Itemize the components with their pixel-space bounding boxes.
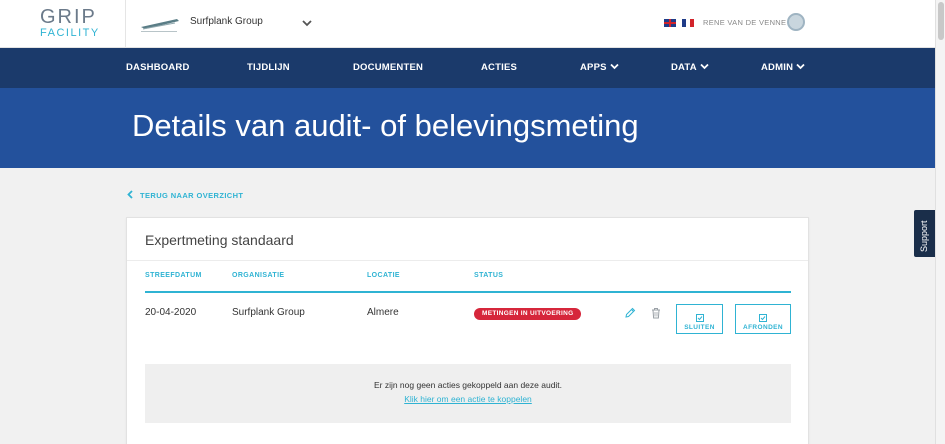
support-tab[interactable]: Support: [914, 210, 935, 257]
nav-admin[interactable]: ADMIN: [761, 48, 805, 88]
main-navigation: DASHBOARD TIJDLIJN DOCUMENTEN ACTIES APP…: [0, 48, 935, 88]
sluiten-label: SLUITEN: [684, 323, 715, 331]
user-name[interactable]: RENE VAN DE VENNE: [703, 18, 786, 27]
afronden-button[interactable]: AFRONDEN: [735, 304, 791, 334]
page-scrollbar[interactable]: [935, 0, 945, 444]
afronden-label: AFRONDEN: [742, 323, 784, 331]
cell-locatie: Almere: [367, 307, 399, 318]
logo-text-facility: FACILITY: [40, 27, 100, 39]
column-header-status: STATUS: [474, 272, 504, 279]
support-label: Support: [919, 220, 929, 252]
user-avatar[interactable]: [787, 13, 805, 31]
checkbox-icon: [695, 313, 704, 322]
nav-label: ACTIES: [481, 62, 518, 73]
checkbox-icon: [759, 313, 767, 322]
chevron-down-icon: [700, 63, 709, 70]
back-link-label: TERUG NAAR OVERZICHT: [140, 191, 244, 200]
page-title: Details van audit- of belevingsmeting: [132, 108, 639, 143]
nav-label: DASHBOARD: [126, 62, 190, 73]
sluiten-button[interactable]: SLUITEN: [676, 304, 723, 334]
nav-tijdlijn[interactable]: TIJDLIJN: [247, 48, 290, 88]
english-flag-icon[interactable]: [664, 19, 676, 27]
back-to-overview-link[interactable]: TERUG NAAR OVERZICHT: [126, 190, 243, 200]
cell-streefdatum: 20-04-2020: [145, 307, 197, 318]
card-title: Expertmeting standaard: [145, 232, 294, 248]
nav-label: APPS: [580, 62, 607, 73]
cell-organisatie: Surfplank Group: [232, 307, 305, 318]
grip-facility-logo[interactable]: GRIP FACILITY: [40, 6, 100, 40]
empty-actions-message: Er zijn nog geen acties gekoppeld aan de…: [373, 380, 563, 390]
chevron-left-icon: [127, 190, 133, 199]
pencil-icon[interactable]: [624, 307, 636, 319]
nav-acties[interactable]: ACTIES: [481, 48, 517, 88]
nav-data[interactable]: DATA: [671, 48, 709, 88]
nav-label: DATA: [671, 62, 697, 73]
link-action-link[interactable]: Klik hier om een actie te koppelen: [145, 394, 791, 404]
nav-documenten[interactable]: DOCUMENTEN: [353, 48, 423, 88]
chevron-down-icon: [796, 63, 805, 70]
top-header: GRIP FACILITY Surfplank Group RENE VAN D…: [0, 0, 935, 48]
nav-apps[interactable]: APPS: [580, 48, 619, 88]
nav-label: ADMIN: [761, 62, 794, 73]
nav-dashboard[interactable]: DASHBOARD: [126, 48, 190, 88]
empty-actions-box: Er zijn nog geen acties gekoppeld aan de…: [145, 364, 791, 423]
organization-logo-icon: [141, 19, 179, 32]
organization-selector[interactable]: Surfplank Group: [190, 16, 263, 27]
chevron-down-icon: [610, 63, 619, 70]
scrollbar-thumb[interactable]: [938, 2, 944, 40]
chevron-down-icon[interactable]: [300, 16, 314, 30]
logo-text-grip: GRIP: [40, 6, 97, 28]
status-badge: METINGEN IN UITVOERING: [474, 308, 582, 320]
french-flag-icon[interactable]: [682, 19, 694, 27]
card-divider: [127, 260, 808, 261]
audit-details-card: Expertmeting standaard STREEFDATUM ORGAN…: [126, 217, 809, 444]
header-divider: [125, 0, 126, 48]
column-header-locatie: LOCATIE: [367, 272, 401, 279]
nav-label: TIJDLIJN: [247, 62, 290, 73]
trash-icon[interactable]: [650, 307, 662, 319]
table-header-line: [145, 291, 791, 293]
column-header-organisatie: ORGANISATIE: [232, 272, 285, 279]
nav-label: DOCUMENTEN: [353, 62, 424, 73]
column-header-streefdatum: STREEFDATUM: [145, 272, 202, 279]
page-banner: Details van audit- of belevingsmeting: [0, 88, 935, 168]
